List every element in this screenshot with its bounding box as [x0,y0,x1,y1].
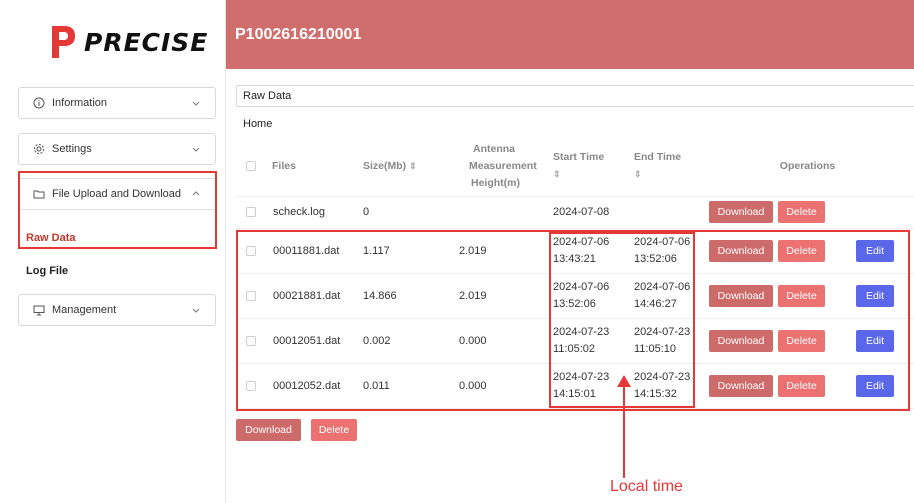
select-all-checkbox[interactable] [246,161,256,172]
annotation-arrow-line [623,383,625,478]
header-files-label: Files [272,160,296,173]
info-icon [33,97,45,109]
end-time-cell [626,196,701,229]
header-antenna-line1: Antenna [473,142,515,155]
sidebar-highlight-box [18,171,217,249]
breadcrumb-home[interactable]: Home [243,118,272,130]
header-operations: Operations [701,137,914,197]
header-size[interactable]: Size(Mb) ⇕ [363,137,459,197]
header-operations-label: Operations [779,160,836,173]
select-all-cell [236,137,266,197]
menu-management-label: Management [52,304,117,316]
header-antenna-line3: Height(m) [471,176,520,189]
gear-icon [33,143,45,155]
section-title-bar: Raw Data [236,85,914,107]
bulk-download-button[interactable]: Download [236,419,301,441]
bulk-delete-button[interactable]: Delete [311,419,357,441]
row-select-cell [236,196,266,229]
header-start-time[interactable]: Start Time ⇕ [553,137,626,197]
brand-name: PRECISE [84,27,209,57]
menu-information-label: Information [52,97,108,109]
sidebar: PRECISE Information Settings File Upload… [0,0,226,503]
menu-management[interactable]: Management [18,294,216,326]
monitor-icon [33,304,45,316]
header-end-time[interactable]: End Time ⇕ [626,137,701,197]
section-title: Raw Data [243,90,292,102]
precise-logo: PRECISE [50,22,208,62]
sidebar-item-log-file[interactable]: Log File [26,265,68,277]
precise-logo-icon [52,26,75,58]
size-cell: 0 [363,196,459,229]
header-end-label: End Time [634,151,682,164]
antenna-height-cell [459,196,553,229]
chevron-down-icon [192,101,200,106]
download-button[interactable]: Download [709,201,773,223]
delete-button[interactable]: Delete [778,201,825,223]
file-name-cell[interactable]: scheck.log [266,196,363,229]
row-checkbox[interactable] [246,207,256,217]
sort-icon[interactable]: ⇕ [409,161,417,171]
header-antenna: Antenna Measurement Height(m) [459,137,553,197]
start-time-cell: 2024-07-08 [553,196,626,229]
header-size-label: Size(Mb) [363,160,407,173]
top-header: P1002616210001 [226,0,914,69]
sort-icon[interactable]: ⇕ [634,166,701,183]
header-files: Files [266,137,363,197]
header-start-label: Start Time [553,151,605,164]
menu-settings[interactable]: Settings [18,133,216,165]
menu-information[interactable]: Information [18,87,216,119]
operations-cell: Download Delete [701,196,914,229]
table-row: scheck.log 0 2024-07-08 Download Delete [236,196,914,229]
device-serial-title: P1002616210001 [235,25,362,43]
header-antenna-line2: Measurement [469,159,537,172]
bulk-actions: Download Delete [236,419,357,441]
table-header-row: Files Size(Mb) ⇕ Antenna Measurement Heig… [236,137,914,197]
chevron-down-icon [192,147,200,152]
chevron-down-icon [192,308,200,313]
menu-settings-label: Settings [52,143,92,155]
sort-icon[interactable]: ⇕ [553,166,626,183]
annotation-local-time: Local time [610,478,683,495]
